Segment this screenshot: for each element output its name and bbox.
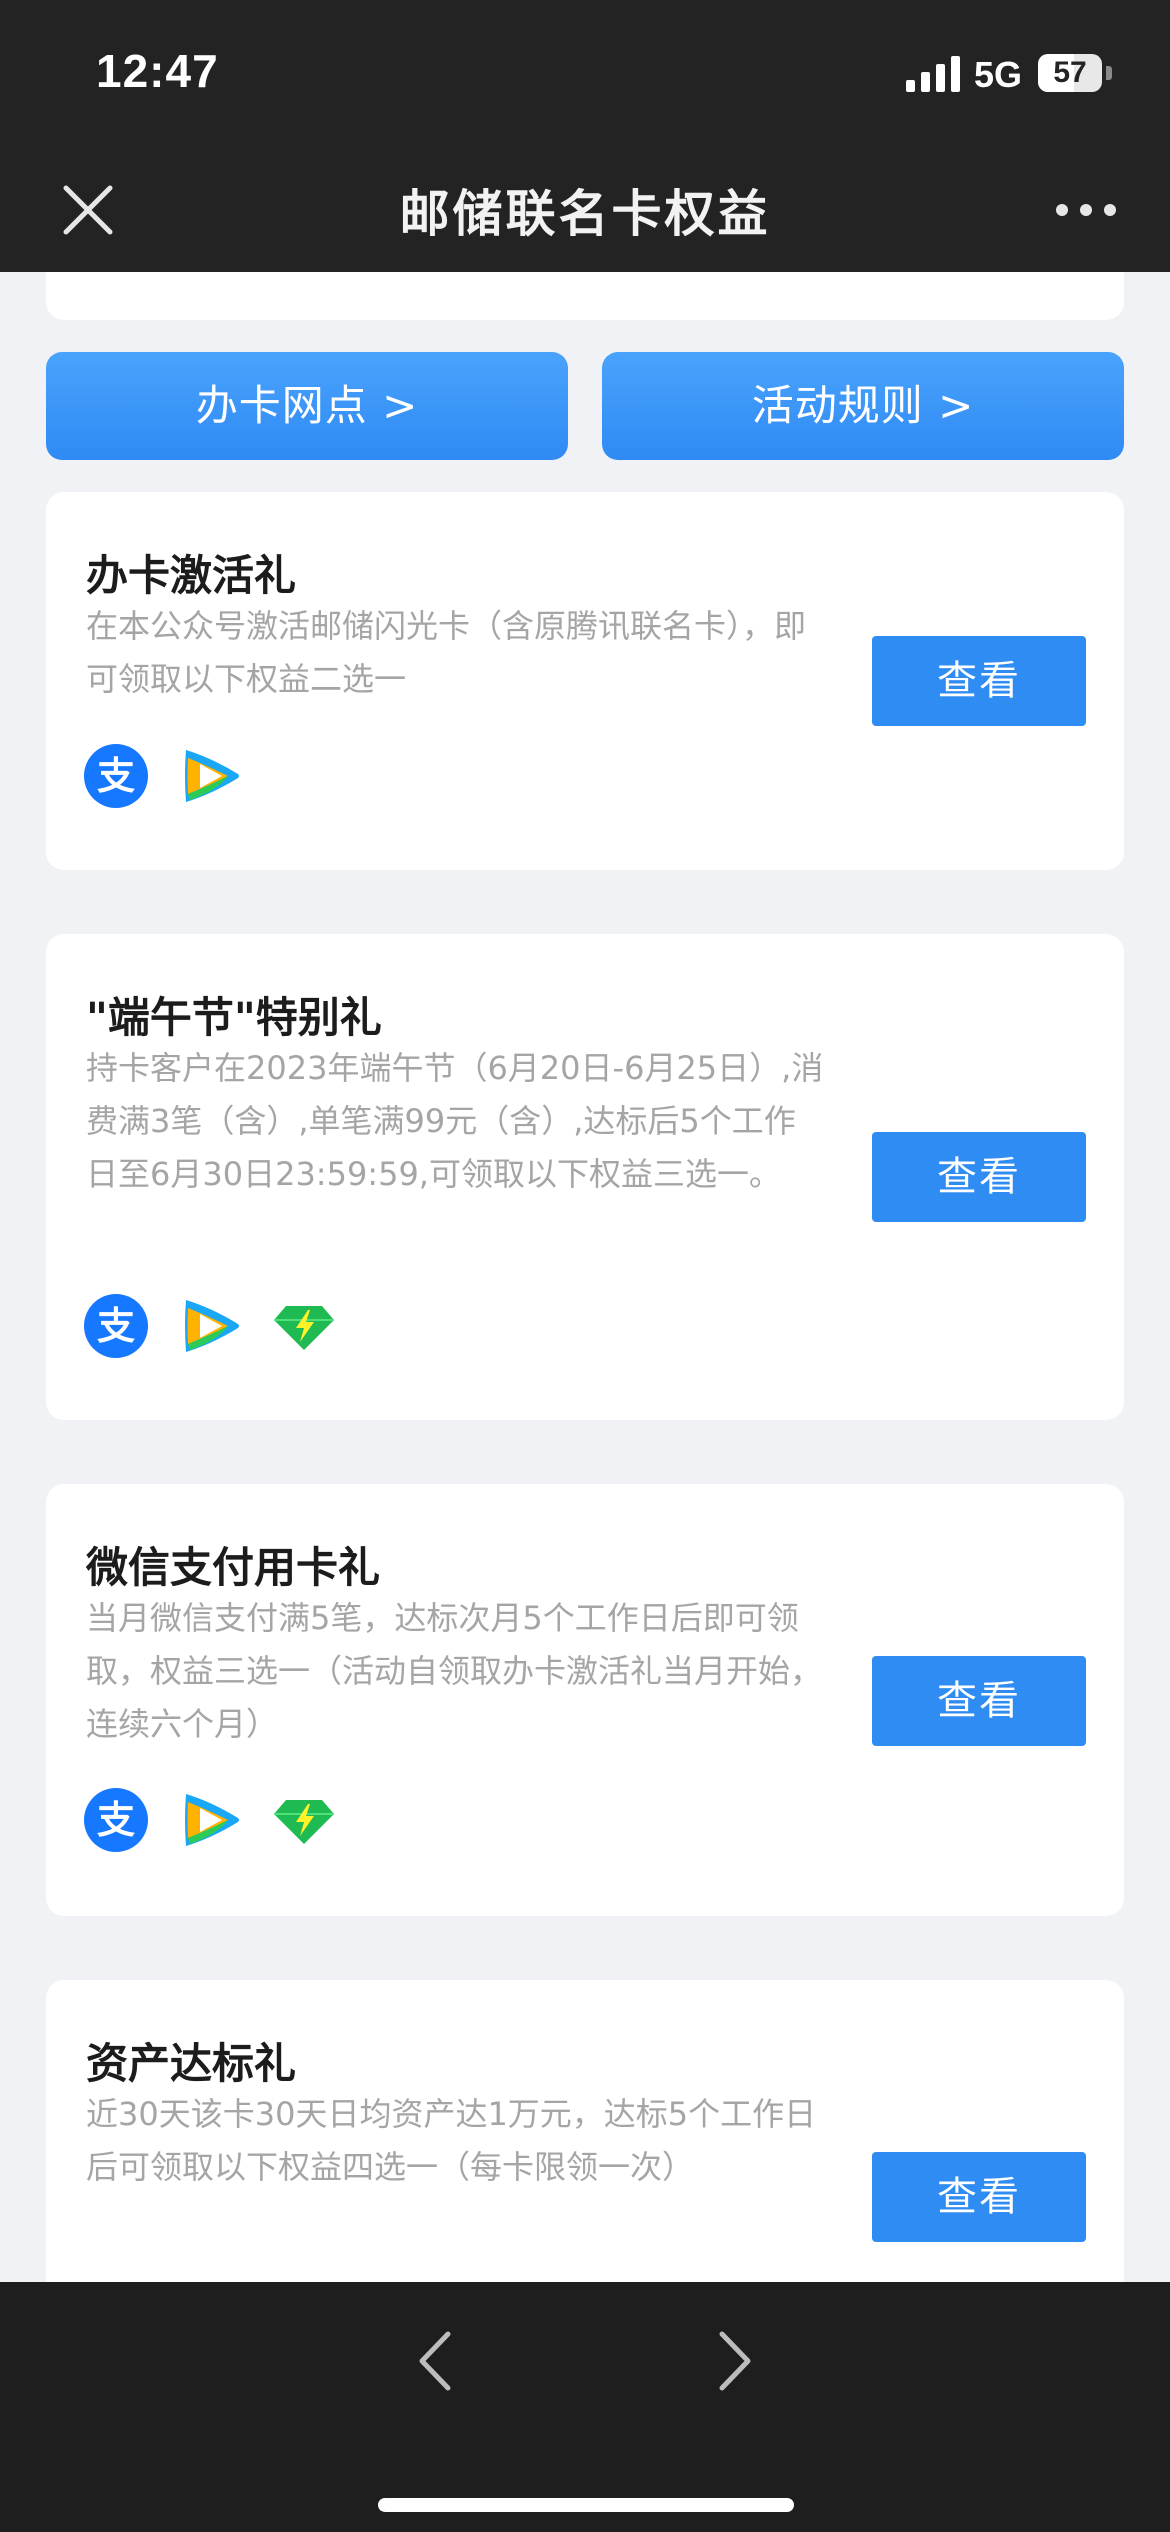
alipay-icon: 支: [84, 744, 148, 808]
browser-bottom-bar: [0, 2282, 1170, 2532]
view-button[interactable]: 查看: [872, 2152, 1086, 2242]
previous-card-bottom: [46, 272, 1124, 320]
green-diamond-icon: [272, 1788, 336, 1852]
benefit-icons: 支: [84, 744, 242, 808]
more-icon[interactable]: [1054, 200, 1118, 220]
card-title: 办卡激活礼: [86, 551, 297, 600]
back-arrow-icon[interactable]: [410, 2326, 460, 2396]
card-title: 资产达标礼: [86, 2039, 297, 2088]
svg-text:支: 支: [97, 1798, 135, 1842]
svg-text:支: 支: [97, 1304, 135, 1348]
card-description: 近30天该卡30天日均资产达1万元，达标5个工作日后可领取以下权益四选一（每卡限…: [86, 2095, 817, 2186]
home-indicator[interactable]: [378, 2498, 794, 2512]
status-time: 12:47: [96, 45, 219, 97]
battery-level: 57: [1053, 56, 1087, 89]
card-title: 微信支付用卡礼: [86, 1543, 381, 1592]
card-branch-button[interactable]: 办卡网点 >: [46, 352, 568, 460]
view-button[interactable]: 查看: [872, 636, 1086, 726]
tencent-video-icon: [178, 1294, 242, 1358]
benefit-card-activation: 办卡激活礼 在本公众号激活邮储闪光卡（含原腾讯联名卡），即可领取以下权益二选一 …: [46, 492, 1124, 870]
activity-rules-button[interactable]: 活动规则 >: [602, 352, 1124, 460]
alipay-icon: 支: [84, 1788, 148, 1852]
benefit-icons: 支: [84, 1788, 336, 1852]
view-button[interactable]: 查看: [872, 1132, 1086, 1222]
svg-text:支: 支: [97, 754, 135, 798]
card-title: "端午节"特别礼: [86, 993, 382, 1042]
view-button[interactable]: 查看: [872, 1656, 1086, 1746]
alipay-icon: 支: [84, 1294, 148, 1358]
battery-tip: [1106, 66, 1112, 80]
benefit-card-wechat-pay: 微信支付用卡礼 当月微信支付满5笔，达标次月5个工作日后即可领取，权益三选一（活…: [46, 1484, 1124, 1916]
green-diamond-icon: [272, 1294, 336, 1358]
card-description: 在本公众号激活邮储闪光卡（含原腾讯联名卡），即可领取以下权益二选一: [86, 607, 807, 698]
card-description: 持卡客户在2023年端午节（6月20日-6月25日）,消费满3笔（含）,单笔满9…: [86, 1049, 824, 1193]
signal-icon: [906, 56, 960, 92]
benefit-icons: 支: [84, 1294, 336, 1358]
card-description: 当月微信支付满5笔，达标次月5个工作日后即可领取，权益三选一（活动自领取办卡激活…: [86, 1599, 823, 1743]
battery-icon: 57: [1038, 54, 1102, 92]
network-type: 5G: [974, 54, 1023, 95]
status-bar: 12:47 5G 57: [0, 0, 1170, 148]
benefit-card-assets: 资产达标礼 近30天该卡30天日均资产达1万元，达标5个工作日后可领取以下权益四…: [46, 1980, 1124, 2282]
benefit-card-dragon-boat: "端午节"特别礼 持卡客户在2023年端午节（6月20日-6月25日）,消费满3…: [46, 934, 1124, 1420]
tencent-video-icon: [178, 1788, 242, 1852]
nav-bar: 邮储联名卡权益: [0, 148, 1170, 272]
tencent-video-icon: [178, 744, 242, 808]
page-title: 邮储联名卡权益: [399, 185, 771, 243]
forward-arrow-icon[interactable]: [710, 2326, 760, 2396]
